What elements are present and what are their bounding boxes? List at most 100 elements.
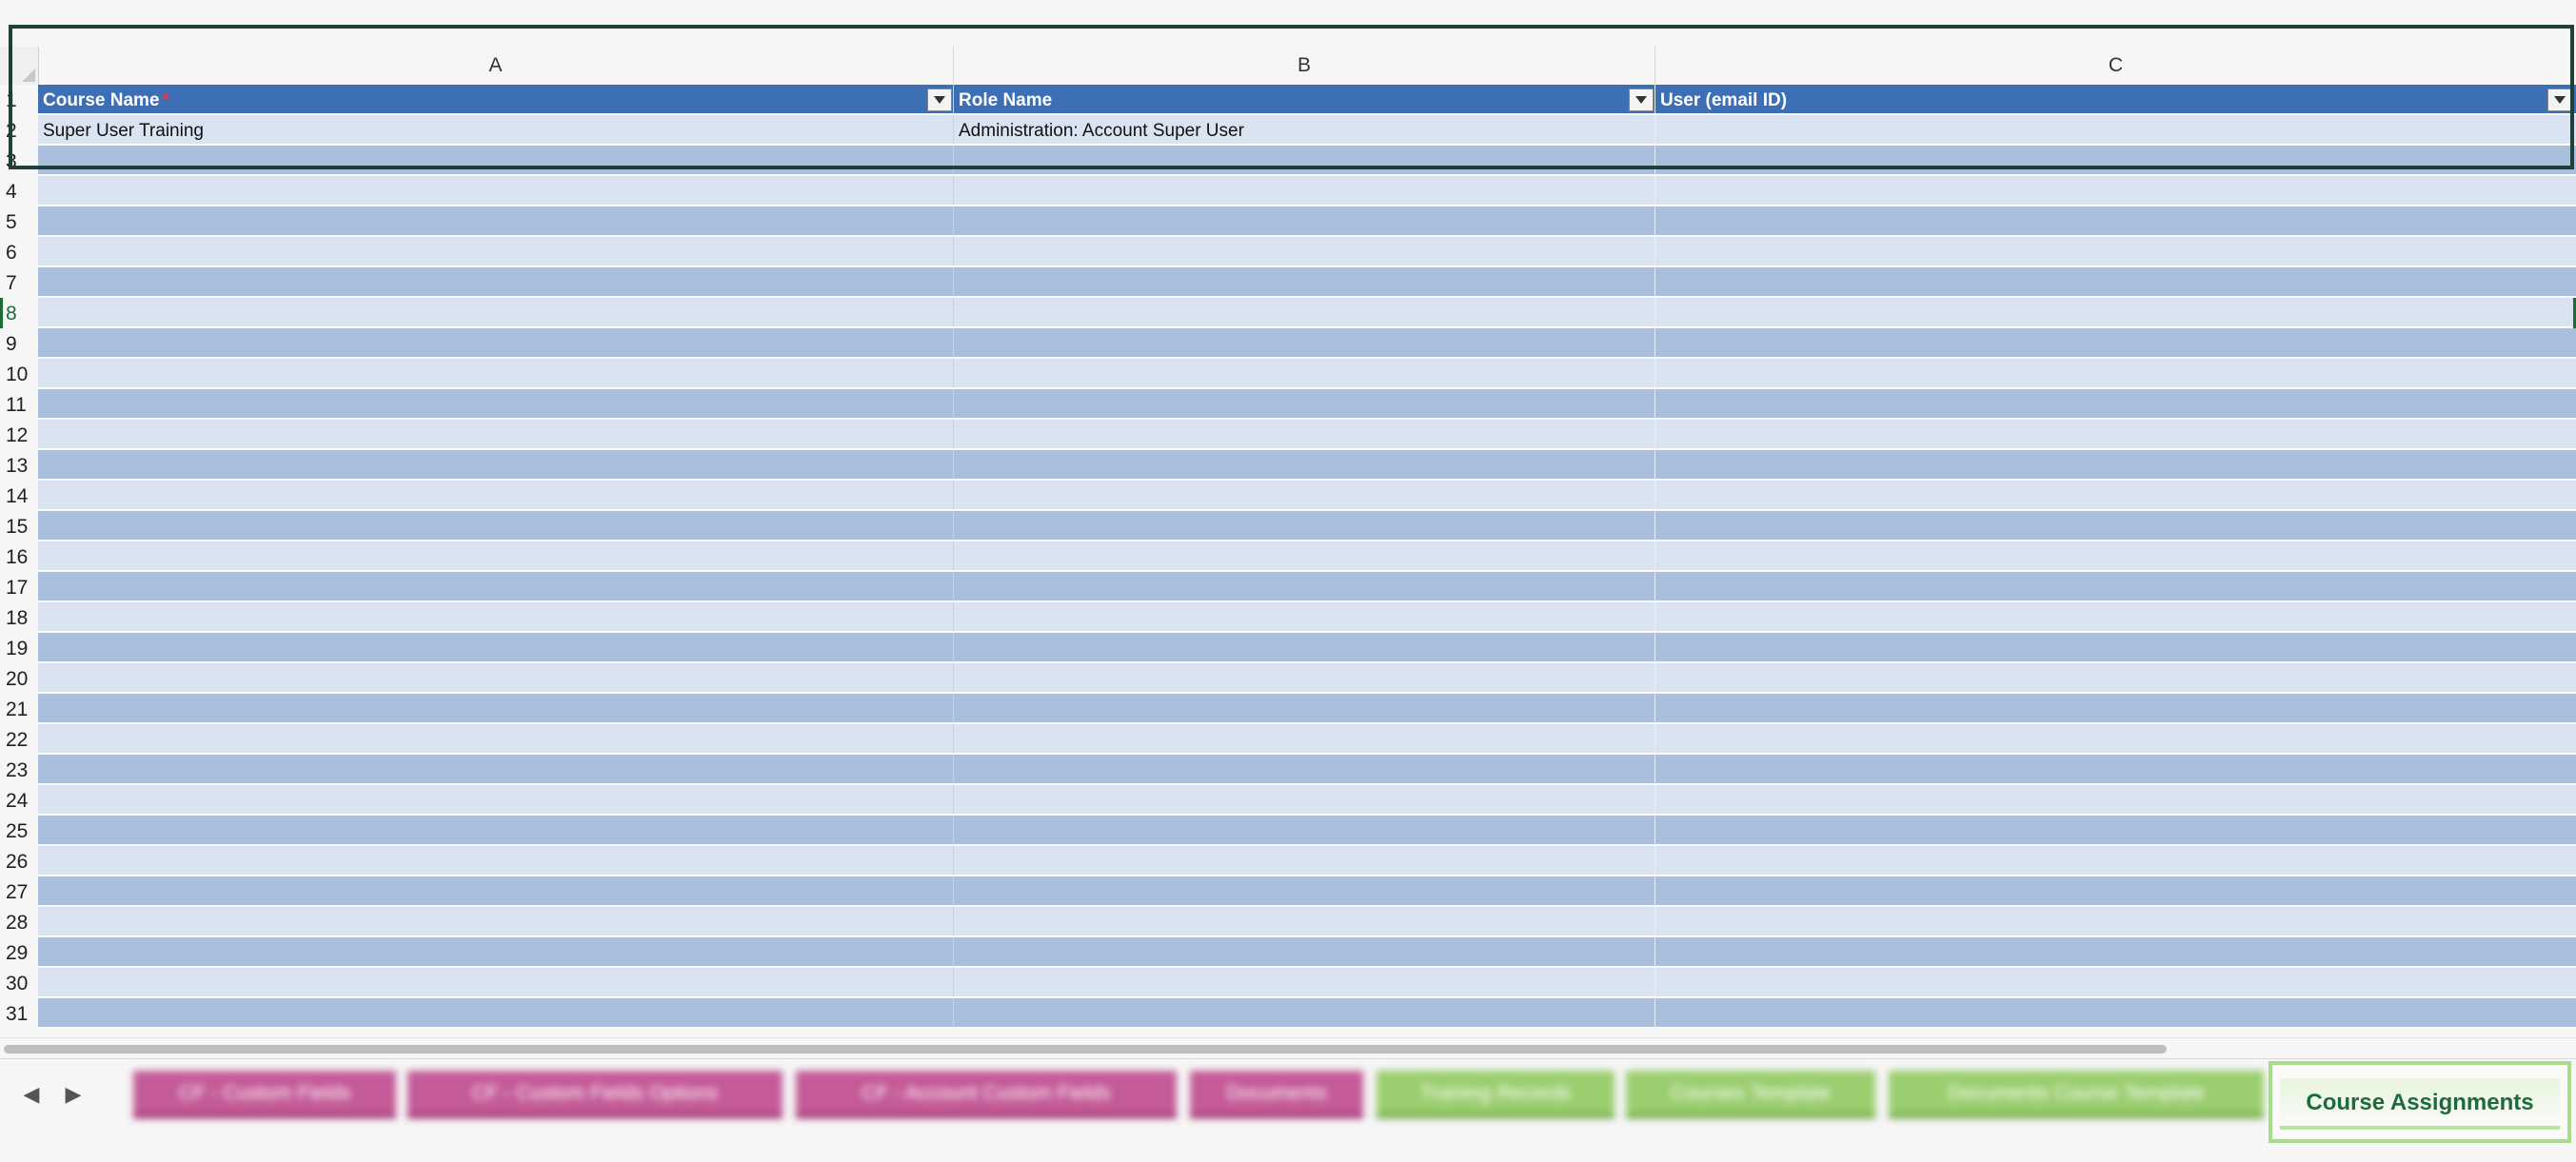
table-cell[interactable] [954, 481, 1655, 510]
table-cell[interactable] [1655, 328, 2576, 358]
table-cell[interactable] [38, 328, 954, 358]
table-cell[interactable] [954, 968, 1655, 997]
row-number[interactable]: 21 [0, 694, 38, 724]
table-cell[interactable] [954, 389, 1655, 419]
table-header-cell[interactable]: User (email ID) [1655, 85, 2576, 114]
row-number[interactable]: 18 [0, 602, 38, 633]
row-number[interactable]: 5 [0, 207, 38, 237]
row-number[interactable]: 8 [0, 298, 38, 328]
table-cell[interactable] [1655, 998, 2576, 1028]
table-cell[interactable] [954, 572, 1655, 601]
table-cell[interactable]: Super User Training [38, 115, 954, 145]
table-cell[interactable] [38, 176, 954, 206]
table-cell[interactable] [954, 298, 1655, 327]
table-cell[interactable] [38, 237, 954, 266]
table-cell[interactable] [954, 663, 1655, 693]
table-cell[interactable] [1655, 267, 2576, 297]
table-cell[interactable] [38, 298, 954, 327]
table-cell[interactable] [954, 907, 1655, 936]
table-header-cell[interactable]: Role Name [954, 85, 1655, 114]
table-cell[interactable] [1655, 359, 2576, 388]
table-cell[interactable] [38, 420, 954, 449]
table-cell[interactable] [954, 146, 1655, 175]
table-cell[interactable] [954, 511, 1655, 541]
table-cell[interactable] [38, 846, 954, 876]
table-cell[interactable] [38, 937, 954, 967]
row-number[interactable]: 3 [0, 146, 38, 176]
table-cell[interactable] [954, 237, 1655, 266]
sheet-tab[interactable]: CF - Custom Fields Options [407, 1071, 783, 1118]
table-cell[interactable] [38, 542, 954, 571]
row-number[interactable]: 31 [0, 998, 38, 1029]
table-cell[interactable] [954, 267, 1655, 297]
row-number[interactable]: 26 [0, 846, 38, 876]
table-cell[interactable] [954, 724, 1655, 754]
table-cell[interactable] [38, 572, 954, 601]
table-cell[interactable] [1655, 237, 2576, 266]
table-cell[interactable] [38, 481, 954, 510]
row-number[interactable]: 30 [0, 968, 38, 998]
row-number[interactable]: 19 [0, 633, 38, 663]
table-cell[interactable] [1655, 420, 2576, 449]
row-number[interactable]: 16 [0, 542, 38, 572]
table-cell[interactable] [38, 450, 954, 480]
table-cell[interactable] [38, 663, 954, 693]
table-cell[interactable] [1655, 785, 2576, 815]
table-cell[interactable] [38, 968, 954, 997]
row-number[interactable]: 24 [0, 785, 38, 816]
row-number[interactable]: 10 [0, 359, 38, 389]
table-cell[interactable] [1655, 968, 2576, 997]
table-cell[interactable] [38, 359, 954, 388]
row-number[interactable]: 11 [0, 389, 38, 420]
table-cell[interactable] [1655, 572, 2576, 601]
table-cell[interactable] [1655, 115, 2576, 145]
row-number[interactable]: 2 [0, 115, 38, 146]
table-cell[interactable] [38, 602, 954, 632]
table-cell[interactable] [38, 207, 954, 236]
table-cell[interactable] [1655, 602, 2576, 632]
row-number[interactable]: 13 [0, 450, 38, 481]
sheet-tab[interactable]: Courses Template [1626, 1071, 1875, 1118]
row-number[interactable]: 17 [0, 572, 38, 602]
row-number[interactable]: 25 [0, 816, 38, 846]
row-number[interactable]: 23 [0, 755, 38, 785]
row-number[interactable]: 7 [0, 267, 38, 298]
filter-dropdown-icon[interactable] [2547, 89, 2572, 111]
row-number[interactable]: 6 [0, 237, 38, 267]
column-header-a[interactable]: A [38, 47, 954, 85]
row-number[interactable]: 28 [0, 907, 38, 937]
table-cell[interactable] [38, 755, 954, 784]
table-cell[interactable] [1655, 146, 2576, 175]
triangle-left-icon[interactable]: ◀ [17, 1078, 46, 1111]
row-number[interactable]: 9 [0, 328, 38, 359]
table-cell[interactable] [954, 937, 1655, 967]
table-cell[interactable] [1655, 176, 2576, 206]
table-cell[interactable] [38, 724, 954, 754]
table-cell[interactable] [1655, 937, 2576, 967]
horizontal-scrollbar[interactable] [0, 1037, 2576, 1057]
row-number[interactable]: 29 [0, 937, 38, 968]
sheet-tab[interactable]: Training Records [1377, 1071, 1615, 1118]
table-cell[interactable] [1655, 298, 2576, 327]
table-cell[interactable]: Administration: Account Super User [954, 115, 1655, 145]
table-cell[interactable] [954, 542, 1655, 571]
table-cell[interactable] [954, 694, 1655, 723]
filter-dropdown-icon[interactable] [927, 89, 952, 111]
table-cell[interactable] [954, 420, 1655, 449]
select-all-corner[interactable] [0, 47, 39, 85]
row-number[interactable]: 20 [0, 663, 38, 694]
column-header-c[interactable]: C [1655, 47, 2576, 85]
table-cell[interactable] [954, 633, 1655, 662]
scrollbar-thumb[interactable] [4, 1045, 2167, 1054]
table-header-cell[interactable]: Course Name * [38, 85, 954, 114]
table-cell[interactable] [38, 389, 954, 419]
table-cell[interactable] [1655, 389, 2576, 419]
table-cell[interactable] [1655, 755, 2576, 784]
row-number[interactable]: 1 [0, 85, 38, 115]
table-cell[interactable] [954, 816, 1655, 845]
table-cell[interactable] [1655, 724, 2576, 754]
table-cell[interactable] [954, 602, 1655, 632]
table-cell[interactable] [1655, 542, 2576, 571]
column-header-b[interactable]: B [954, 47, 1655, 85]
sheet-tab[interactable]: CF - Account Custom Fields [796, 1071, 1177, 1118]
